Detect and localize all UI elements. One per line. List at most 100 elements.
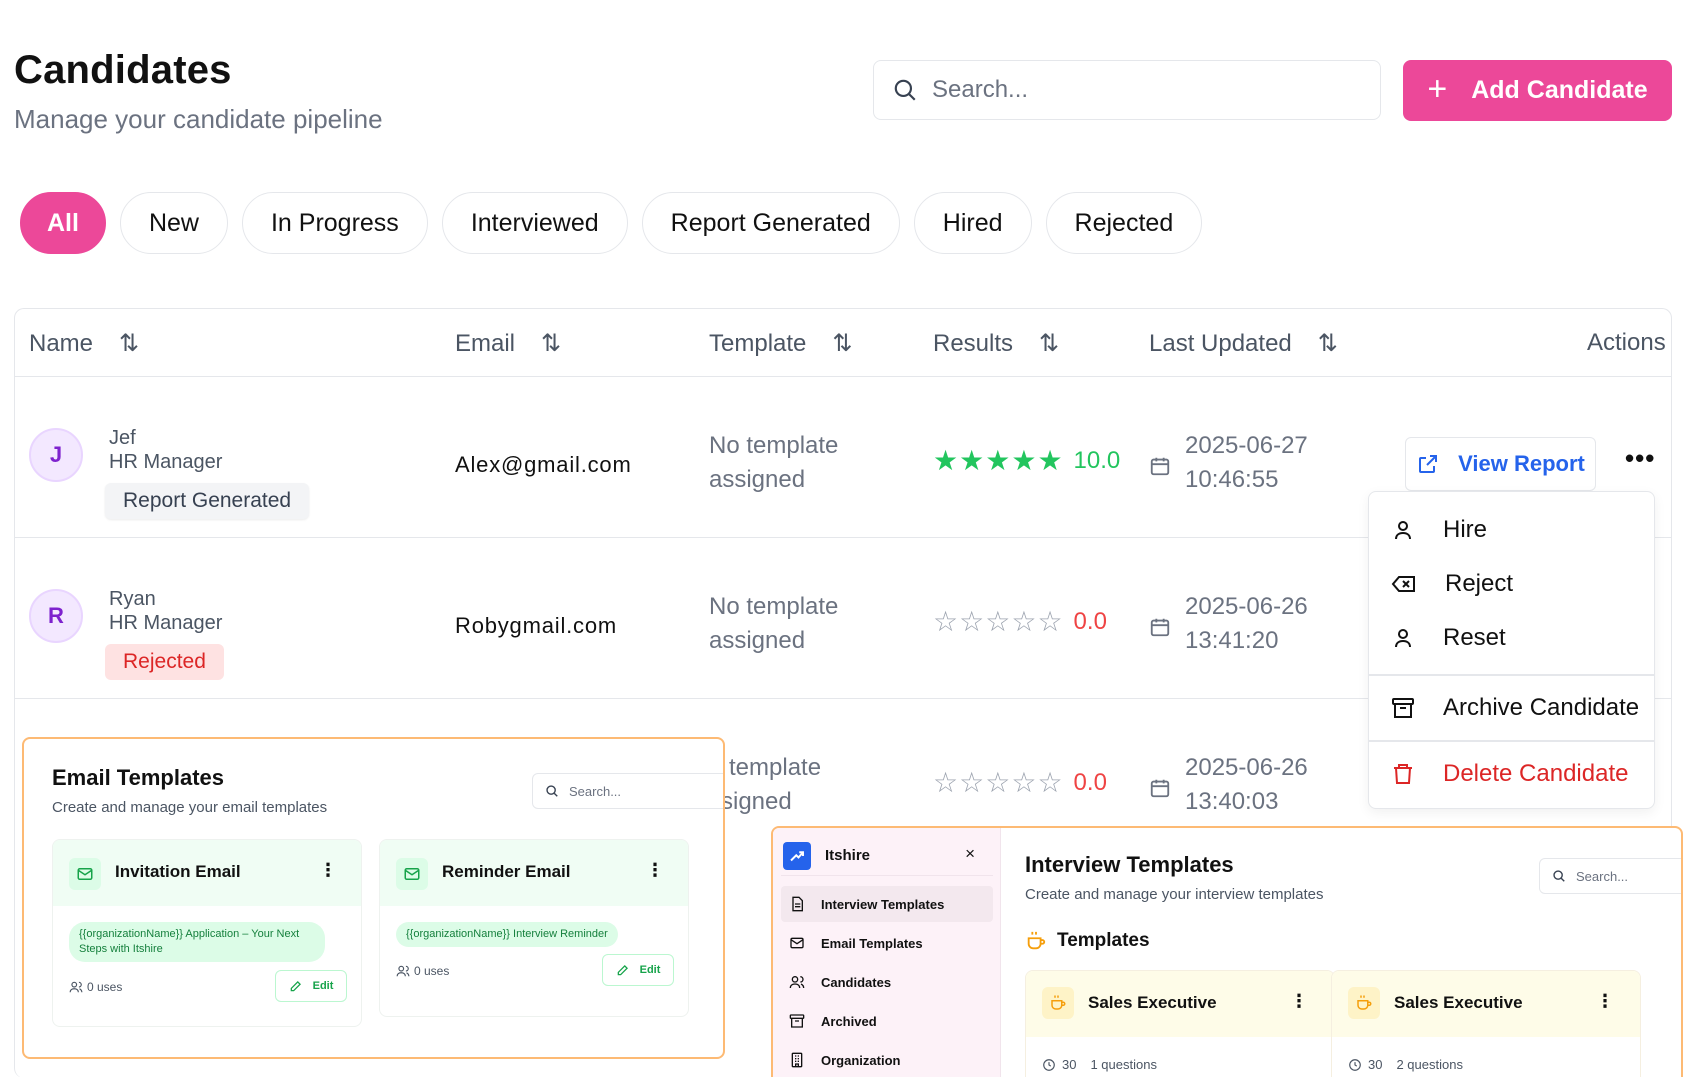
sidebar-item-organization[interactable]: Organization — [781, 1042, 993, 1077]
menu-item-reject[interactable]: Reject — [1391, 570, 1513, 598]
sidebar-item-interview-templates[interactable]: Interview Templates — [781, 886, 993, 922]
table-header: Name ⇅ Email ⇅ Template ⇅ Results ⇅ Last… — [15, 309, 1671, 377]
sidebar-brand: Itshire × — [781, 836, 993, 876]
last-updated: 2025-06-27 10:46:55 — [1185, 429, 1308, 497]
column-label: Results — [933, 329, 1014, 357]
trash-icon — [1394, 764, 1412, 784]
section-heading: Templates — [1025, 930, 1150, 952]
template-text: No template — [709, 432, 839, 459]
document-icon — [792, 896, 803, 912]
section-title: Templates — [1057, 930, 1150, 951]
sort-icon[interactable]: ⇅ — [1318, 329, 1338, 358]
template-text: assigned — [709, 466, 806, 493]
star-empty-icon: ☆ — [959, 767, 985, 798]
edit-label: Edit — [312, 980, 334, 992]
backspace-icon — [1391, 576, 1415, 592]
column-label: Email — [455, 329, 516, 357]
menu-item-archive[interactable]: Archive Candidate — [1391, 694, 1639, 722]
close-icon[interactable]: × — [965, 844, 975, 864]
status-badge: Report Generated — [105, 483, 310, 519]
usage-count: 0 uses — [69, 980, 122, 994]
menu-item-delete[interactable]: Delete Candidate — [1391, 760, 1628, 788]
filter-hired[interactable]: Hired — [913, 192, 1032, 254]
filter-new[interactable]: New — [119, 192, 228, 254]
rating-stars: ★ ★ ★ ★ ★ 10.0 — [933, 447, 1120, 475]
menu-item-hire[interactable]: Hire — [1391, 516, 1487, 544]
coffee-icon — [1027, 931, 1046, 950]
column-label: Template — [709, 329, 807, 357]
search-box[interactable] — [873, 60, 1381, 120]
add-candidate-button[interactable]: + Add Candidate — [1403, 60, 1672, 121]
sidebar-item-label: Organization — [821, 1052, 901, 1068]
status-filters: All New In Progress Interviewed Report G… — [20, 192, 1203, 254]
candidate-name: Jef — [109, 427, 136, 449]
sort-icon[interactable]: ⇅ — [119, 329, 139, 358]
kebab-menu-icon[interactable]: ⋮ — [1596, 991, 1614, 1012]
card-header: Invitation Email ⋮ — [53, 840, 361, 906]
filter-interviewed[interactable]: Interviewed — [441, 192, 628, 254]
column-header-name[interactable]: Name ⇅ — [29, 329, 139, 358]
kebab-menu-icon[interactable]: ⋮ — [1290, 991, 1308, 1012]
question-count: 2 questions — [1396, 1057, 1463, 1072]
page-title: Candidates — [14, 48, 232, 92]
menu-divider — [1369, 674, 1654, 676]
interview-template-card[interactable]: Sales Executive ⋮ 30 2 questions — [1331, 970, 1641, 1077]
edit-icon — [290, 981, 301, 992]
kebab-menu-icon[interactable]: ⋮ — [319, 860, 337, 881]
column-header-template[interactable]: Template ⇅ — [709, 329, 853, 358]
updated-date: 2025-06-26 — [1185, 754, 1308, 781]
column-header-email[interactable]: Email ⇅ — [455, 329, 561, 358]
candidate-template: o template ssigned — [709, 751, 909, 819]
users-icon — [789, 976, 805, 989]
interview-templates-panel: Itshire × Interview Templates Email Temp… — [771, 826, 1683, 1077]
filter-all[interactable]: All — [20, 192, 106, 254]
column-header-last-updated[interactable]: Last Updated ⇅ — [1149, 329, 1338, 358]
sidebar-item-email-templates[interactable]: Email Templates — [781, 925, 993, 961]
usage-text: 0 uses — [414, 964, 450, 978]
status-badge: Rejected — [105, 644, 224, 680]
calendar-icon — [1150, 779, 1170, 798]
menu-item-label: Reset — [1443, 624, 1506, 651]
candidate-name: Ryan — [109, 588, 156, 610]
sidebar: Itshire × Interview Templates Email Temp… — [773, 828, 1001, 1077]
search-input[interactable] — [932, 76, 1352, 104]
sort-icon[interactable]: ⇅ — [541, 329, 561, 358]
view-report-button[interactable]: View Report — [1405, 437, 1596, 491]
users-icon — [69, 981, 83, 993]
sidebar-item-label: Email Templates — [821, 935, 923, 951]
edit-button[interactable]: Edit — [602, 954, 674, 986]
avatar: R — [29, 589, 83, 643]
trending-up-icon — [783, 841, 811, 870]
mail-icon — [396, 858, 428, 890]
user-icon — [1395, 629, 1411, 648]
interview-templates-search[interactable]: Search... — [1539, 858, 1681, 894]
updated-time: 13:40:03 — [1185, 788, 1279, 815]
star-empty-icon: ☆ — [933, 767, 959, 798]
edit-label: Edit — [639, 964, 661, 976]
kebab-menu-icon[interactable]: ⋮ — [646, 860, 664, 881]
search-placeholder: Search... — [569, 783, 622, 799]
menu-item-label: Hire — [1443, 516, 1488, 543]
menu-item-reset[interactable]: Reset — [1391, 624, 1506, 652]
edit-button[interactable]: Edit — [275, 970, 347, 1002]
email-template-card[interactable]: Invitation Email ⋮ {{organizationName}} … — [52, 839, 362, 1027]
sort-icon[interactable]: ⇅ — [832, 329, 852, 358]
filter-report-generated[interactable]: Report Generated — [641, 192, 900, 254]
email-templates-search[interactable]: Search... — [532, 773, 723, 809]
template-text: ssigned — [709, 788, 792, 815]
sidebar-item-archived[interactable]: Archived — [781, 1003, 993, 1039]
sidebar-item-candidates[interactable]: Candidates — [781, 964, 993, 1000]
candidate-email: Alex@gmail.com — [455, 452, 632, 477]
filter-in-progress[interactable]: In Progress — [241, 192, 428, 254]
template-text: o template — [709, 754, 822, 781]
sort-icon[interactable]: ⇅ — [1039, 329, 1059, 358]
interview-template-card[interactable]: Sales Executive ⋮ 30 1 questions — [1025, 970, 1335, 1077]
column-header-results[interactable]: Results ⇅ — [933, 329, 1059, 358]
filter-rejected[interactable]: Rejected — [1045, 192, 1203, 254]
sidebar-item-label: Archived — [821, 1013, 877, 1029]
more-options-icon[interactable]: ••• — [1625, 443, 1655, 474]
star-empty-icon: ☆ — [1037, 606, 1063, 637]
email-template-card[interactable]: Reminder Email ⋮ {{organizationName}} In… — [379, 839, 689, 1017]
star-empty-icon: ☆ — [985, 767, 1011, 798]
last-updated: 2025-06-26 13:40:03 — [1185, 751, 1308, 819]
